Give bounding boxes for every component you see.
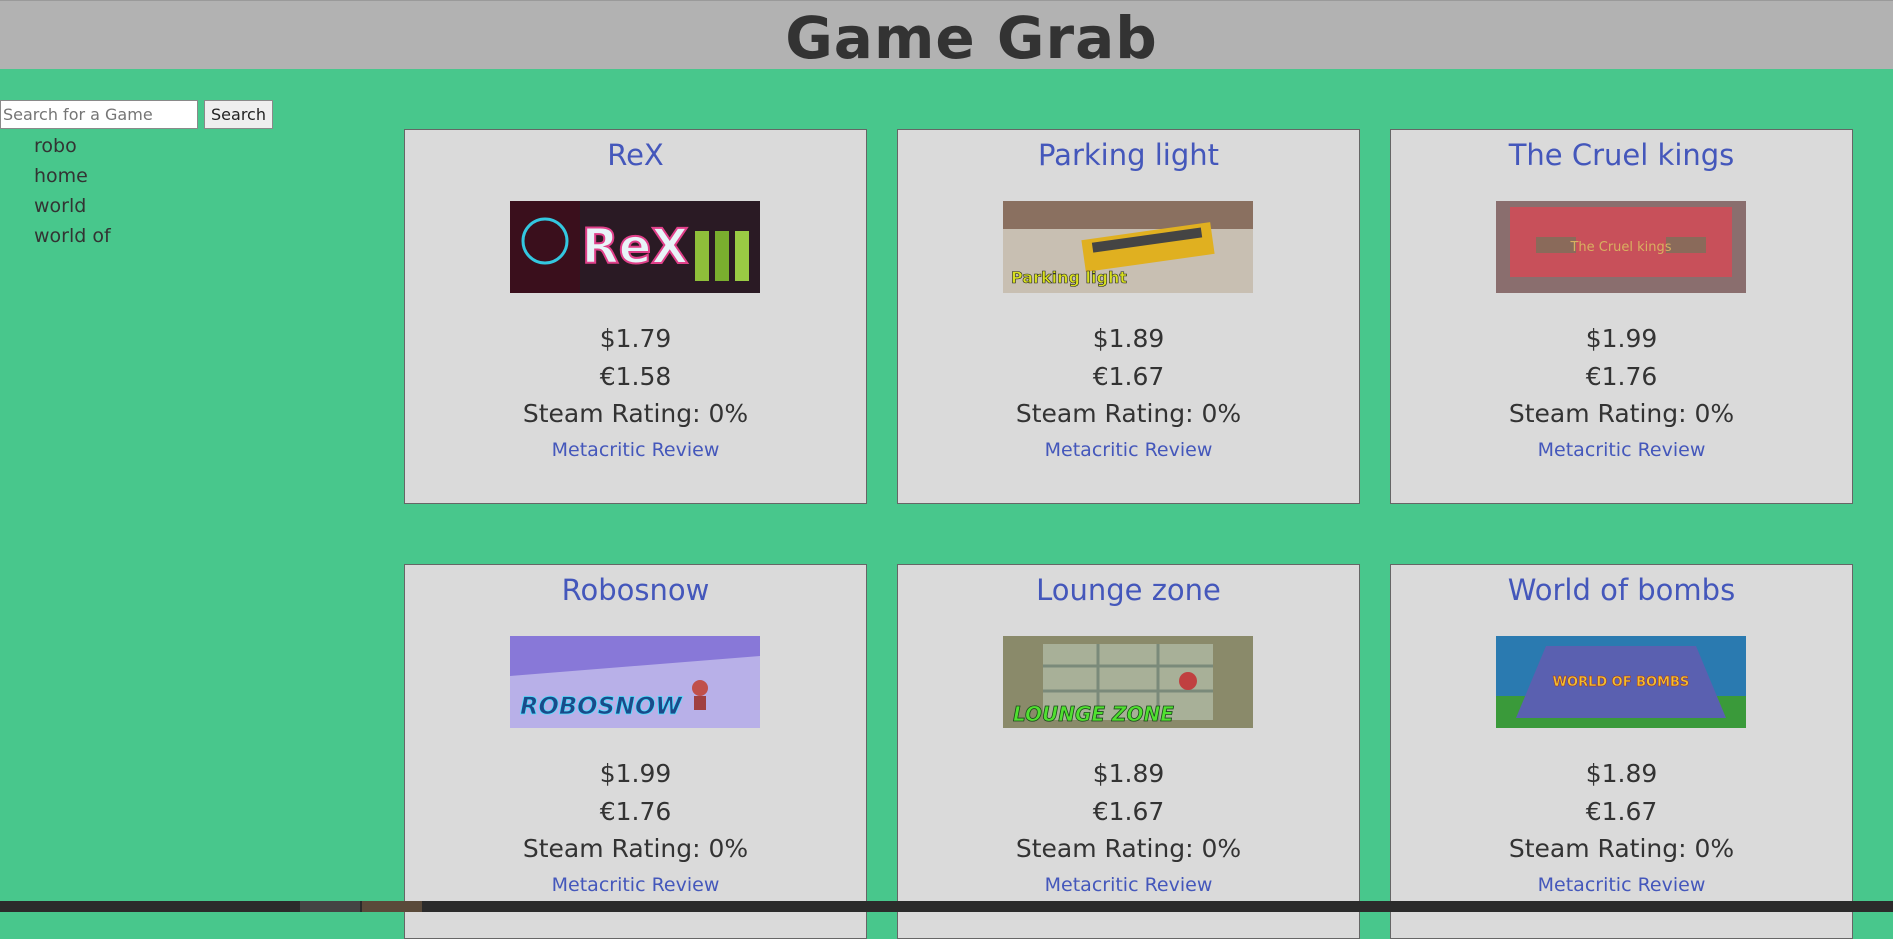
metacritic-review-link[interactable]: Metacritic Review — [405, 871, 866, 899]
game-title-link[interactable]: Lounge zone — [898, 571, 1359, 609]
site-header: Game Grab — [0, 0, 1893, 72]
taskbar-item[interactable] — [300, 901, 360, 912]
thumbnail-text: LOUNGE ZONE — [1013, 702, 1174, 726]
game-card: The Cruel kings The Cruel kings $1.99 €1… — [1390, 129, 1853, 504]
steam-rating: Steam Rating: 0% — [522, 834, 749, 863]
suggestion-item[interactable]: world of — [34, 221, 111, 251]
search-button[interactable]: Search — [204, 100, 273, 129]
metacritic-review-link[interactable]: Metacritic Review — [898, 871, 1359, 899]
search-suggestions: robo home world world of — [34, 131, 111, 251]
price-eur: €1.67 — [1092, 362, 1165, 391]
game-card: Robosnow ROBOSNOW $1.99 €1.76 Steam Rati… — [404, 564, 867, 939]
price-eur: €1.67 — [1585, 797, 1658, 826]
price-usd: $1.89 — [1092, 324, 1165, 353]
metacritic-review-link[interactable]: Metacritic Review — [1391, 436, 1852, 464]
price-usd: $1.89 — [1092, 759, 1165, 788]
game-card: Parking light Parking light $1.89 €1.67 … — [897, 129, 1360, 504]
thumbnail-text: WORLD OF BOMBS — [1553, 675, 1690, 690]
os-taskbar — [0, 901, 1893, 912]
suggestion-item[interactable]: world — [34, 191, 111, 221]
game-thumbnail[interactable]: LOUNGE ZONE — [1003, 636, 1253, 728]
suggestion-item[interactable]: robo — [34, 131, 111, 161]
game-thumbnail[interactable]: The Cruel kings — [1496, 201, 1746, 293]
price-usd: $1.89 — [1585, 759, 1658, 788]
game-card: Lounge zone LOUNGE ZONE $1.89 €1.67 Stea… — [897, 564, 1360, 939]
game-thumbnail[interactable]: WORLD OF BOMBS — [1496, 636, 1746, 728]
game-title-link[interactable]: ReX — [405, 136, 866, 174]
taskbar-item[interactable] — [362, 901, 422, 912]
metacritic-review-link[interactable]: Metacritic Review — [1391, 871, 1852, 899]
game-card: World of bombs WORLD OF BOMBS $1.89 €1.6… — [1390, 564, 1853, 939]
suggestion-item[interactable]: home — [34, 161, 111, 191]
price-usd: $1.99 — [599, 759, 672, 788]
search-input[interactable] — [0, 100, 198, 129]
price-eur: €1.76 — [1585, 362, 1658, 391]
game-title-link[interactable]: The Cruel kings — [1391, 136, 1852, 174]
thumbnail-text: The Cruel kings — [1569, 240, 1671, 255]
price-eur: €1.76 — [599, 797, 672, 826]
game-title-link[interactable]: Robosnow — [405, 571, 866, 609]
metacritic-review-link[interactable]: Metacritic Review — [405, 436, 866, 464]
price-eur: €1.67 — [1092, 797, 1165, 826]
steam-rating: Steam Rating: 0% — [1015, 834, 1242, 863]
metacritic-review-link[interactable]: Metacritic Review — [898, 436, 1359, 464]
price-usd: $1.79 — [599, 324, 672, 353]
thumbnail-text: ReX — [582, 219, 689, 275]
thumbnail-text: ROBOSNOW — [520, 692, 683, 720]
game-card: ReX ReX $1.79 €1.58 Steam Rating: 0% Met… — [404, 129, 867, 504]
steam-rating: Steam Rating: 0% — [1508, 399, 1735, 428]
game-thumbnail[interactable]: ROBOSNOW — [510, 636, 760, 728]
price-usd: $1.99 — [1585, 324, 1658, 353]
site-title: Game Grab — [785, 4, 1158, 72]
game-thumbnail[interactable]: Parking light — [1003, 201, 1253, 293]
thumbnail-text: Parking light — [1011, 268, 1127, 287]
steam-rating: Steam Rating: 0% — [522, 399, 749, 428]
price-eur: €1.58 — [599, 362, 672, 391]
game-title-link[interactable]: World of bombs — [1391, 571, 1852, 609]
steam-rating: Steam Rating: 0% — [1015, 399, 1242, 428]
game-thumbnail[interactable]: ReX — [510, 201, 760, 293]
steam-rating: Steam Rating: 0% — [1508, 834, 1735, 863]
game-title-link[interactable]: Parking light — [898, 136, 1359, 174]
